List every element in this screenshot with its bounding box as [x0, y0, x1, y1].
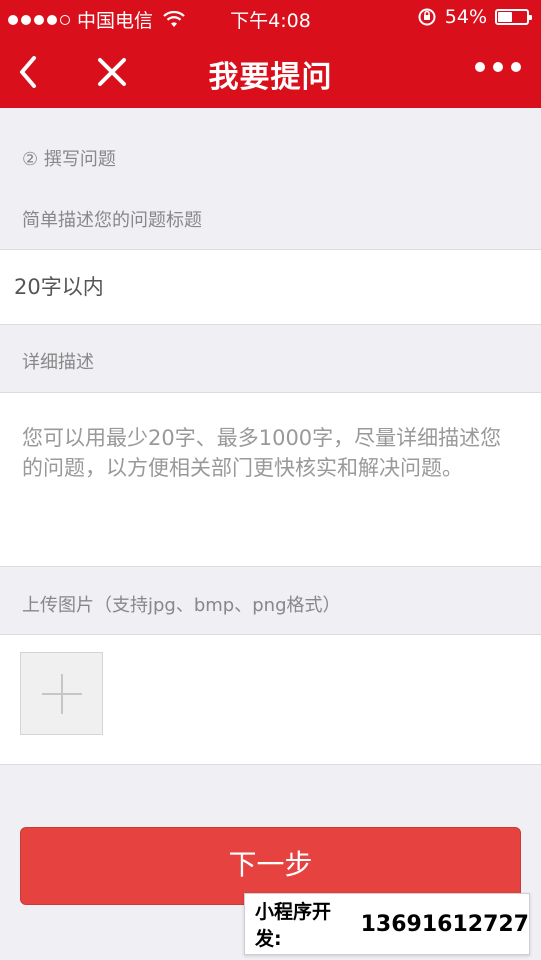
detail-field-row: 您可以用最少20字、最多1000字，尽量详细描述您的问题，以方便相关部门更快核实…: [0, 392, 541, 567]
rotation-lock-icon: [418, 8, 436, 26]
detail-textarea[interactable]: 您可以用最少20字、最多1000字，尽量详细描述您的问题，以方便相关部门更快核实…: [22, 423, 521, 483]
promo-phone: 13691612727: [360, 911, 529, 937]
upload-label: 上传图片（支持jpg、bmp、png格式）: [22, 595, 341, 616]
promo-label: 小程序开发:: [255, 901, 332, 950]
title-field-row: 20字以内: [0, 249, 541, 325]
page-title: 我要提问: [208, 60, 333, 95]
title-input[interactable]: 20字以内: [14, 271, 514, 301]
title-label: 简单描述您的问题标题: [22, 210, 202, 231]
promo-banner: 小程序开发: 13691612727: [244, 893, 530, 955]
battery-icon: [495, 9, 532, 25]
detail-label: 详细描述: [22, 352, 94, 373]
status-bar: 中国电信 下午4:08 54%: [0, 0, 541, 36]
upload-row: [0, 634, 541, 765]
more-icon[interactable]: [475, 62, 521, 72]
step-label: ② 撰写问题: [22, 149, 116, 170]
battery-percent: 54%: [444, 6, 487, 28]
navigation-bar: 我要提问: [0, 36, 541, 108]
add-image-button[interactable]: [20, 652, 103, 735]
